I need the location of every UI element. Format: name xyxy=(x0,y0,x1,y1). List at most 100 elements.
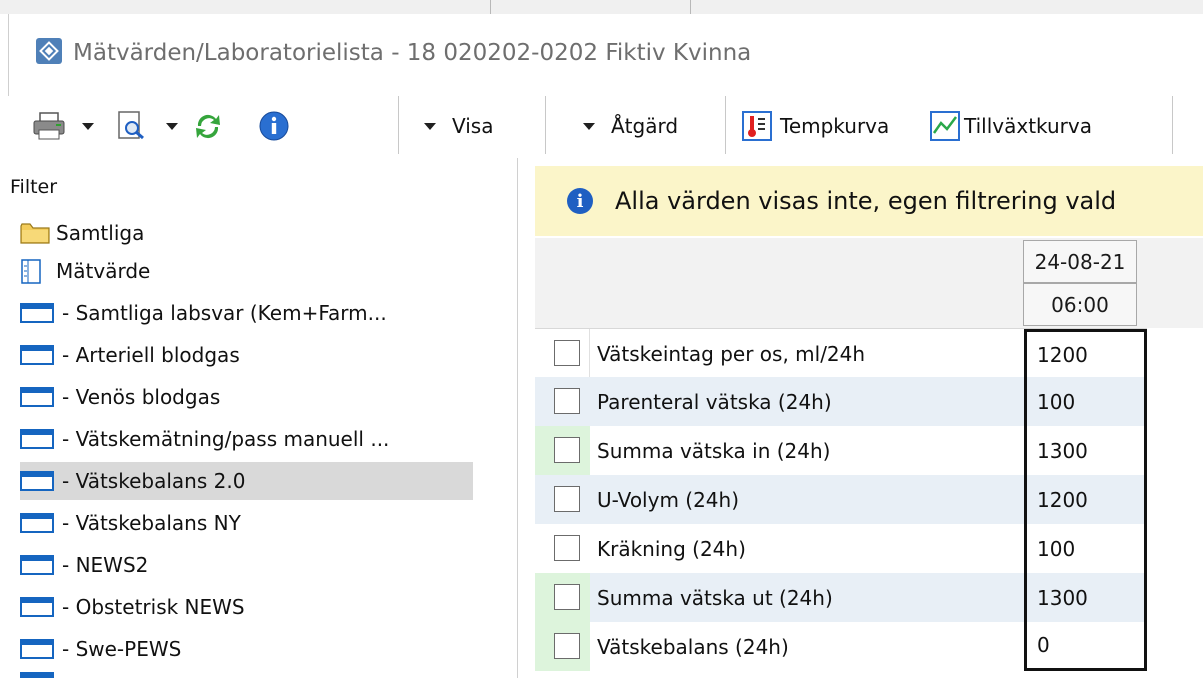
table-row[interactable]: Vätskeintag per os, ml/24h 1200 xyxy=(535,328,1147,378)
row-value[interactable]: 1300 xyxy=(1024,426,1147,475)
tree-item-label: - Vätskebalans NY xyxy=(62,511,241,535)
row-checkbox[interactable] xyxy=(554,340,580,366)
print-preview-icon xyxy=(118,111,144,140)
filter-item-samtliga[interactable]: Samtliga xyxy=(20,214,473,252)
app-icon xyxy=(36,38,62,64)
row-checkbox[interactable] xyxy=(554,535,580,561)
tree-item-label: - NEWS2 xyxy=(62,553,149,577)
row-value[interactable]: 100 xyxy=(1024,524,1147,573)
refresh-button[interactable] xyxy=(192,104,224,148)
print-preview-button[interactable] xyxy=(115,104,151,148)
table-row[interactable]: Vätskebalans (24h) 0 xyxy=(535,622,1147,671)
filter-item-venos-blodgas[interactable]: - Venös blodgas xyxy=(20,378,473,416)
row-checkbox-cell xyxy=(535,573,590,622)
tree-item-label: - Obstetrisk NEWS xyxy=(62,595,245,619)
filter-item-obstetrisk-news[interactable]: - Obstetrisk NEWS xyxy=(20,588,473,626)
filter-item-vatskebalans-ny[interactable]: - Vätskebalans NY xyxy=(20,504,473,542)
row-checkbox-cell xyxy=(535,524,590,573)
table-row[interactable]: Summa vätska in (24h) 1300 xyxy=(535,426,1147,475)
strip-separator xyxy=(490,0,491,14)
row-checkbox-cell xyxy=(535,622,590,671)
filter-item-samtliga-labsvar[interactable]: - Samtliga labsvar (Kem+Farm... xyxy=(20,294,473,332)
row-label: Vätskebalans (24h) xyxy=(597,634,789,659)
cell-divider xyxy=(589,329,590,378)
filter-item-vatskebalans-2[interactable]: - Vätskebalans 2.0 xyxy=(20,462,473,500)
column-time-header[interactable]: 06:00 xyxy=(1023,283,1137,326)
tree-item-label: - Vätskebalans 2.0 xyxy=(62,469,246,493)
filter-item-arteriell-blodgas[interactable]: - Arteriell blodgas xyxy=(20,336,473,374)
row-value[interactable]: 1300 xyxy=(1024,573,1147,622)
table-row[interactable]: Summa vätska ut (24h) 1300 xyxy=(535,573,1147,622)
window-icon xyxy=(20,301,56,325)
print-button[interactable] xyxy=(32,104,66,148)
filter-item-matvarde[interactable]: Mätvärde xyxy=(20,252,473,290)
row-value[interactable]: 100 xyxy=(1024,377,1147,426)
window-icon xyxy=(20,553,56,577)
column-date-header[interactable]: 24-08-21 xyxy=(1023,240,1137,283)
row-checkbox[interactable] xyxy=(554,486,580,512)
refresh-icon xyxy=(196,114,220,139)
filter-header: Filter xyxy=(10,176,58,198)
chevron-down-icon xyxy=(166,122,178,130)
filter-item-news2[interactable]: - NEWS2 xyxy=(20,546,473,584)
chevron-down-icon xyxy=(583,122,595,130)
chevron-down-icon xyxy=(82,122,94,130)
tempkurva-label: Tempkurva xyxy=(780,114,890,138)
row-label: Kräkning (24h) xyxy=(597,536,746,561)
row-checkbox[interactable] xyxy=(554,584,580,610)
window-icon xyxy=(20,343,56,367)
printer-icon xyxy=(33,112,65,140)
row-checkbox-cell xyxy=(535,426,590,475)
toolbar: Visa Åtgärd Tempkurva Tillväxtkurva xyxy=(0,96,1195,158)
tree-item-label: - Venös blodgas xyxy=(62,385,221,409)
info-message: Alla värden visas inte, egen filtrering … xyxy=(615,187,1117,215)
tree-item-label: Samtliga xyxy=(56,221,145,245)
table-row[interactable]: U-Volym (24h) 1200 xyxy=(535,475,1147,524)
tillvaxtkurva-label: Tillväxtkurva xyxy=(964,114,1092,138)
row-label: Vätskeintag per os, ml/24h xyxy=(597,341,866,366)
tempkurva-button[interactable]: Tempkurva xyxy=(742,104,889,148)
visa-label: Visa xyxy=(452,114,494,138)
toolbar-separator xyxy=(545,96,546,154)
row-value[interactable]: 1200 xyxy=(1024,475,1147,524)
growth-chart-icon xyxy=(930,111,960,141)
table-row[interactable]: Parenteral vätska (24h) 100 xyxy=(535,377,1147,426)
print-dropdown[interactable] xyxy=(82,104,94,148)
row-value[interactable]: 0 xyxy=(1024,622,1147,671)
info-icon: i xyxy=(567,188,593,214)
row-label: Summa vätska ut (24h) xyxy=(597,585,833,610)
table-row[interactable]: Kräkning (24h) 100 xyxy=(535,524,1147,573)
row-checkbox-cell xyxy=(535,329,590,378)
toolbar-separator xyxy=(398,96,399,154)
chevron-down-icon xyxy=(424,122,436,130)
row-checkbox-cell xyxy=(535,475,590,524)
atgard-menu[interactable]: Åtgärd xyxy=(583,104,678,148)
toolbar-separator xyxy=(1172,96,1173,154)
list-icon xyxy=(20,259,50,284)
info-icon xyxy=(259,111,289,141)
tree-item-label: - Samtliga labsvar (Kem+Farm... xyxy=(62,301,387,325)
filter-item-vatskematning[interactable]: - Vätskemätning/pass manuell ... xyxy=(20,420,473,458)
filter-item-swe-pews[interactable]: - Swe-PEWS xyxy=(20,630,473,668)
window-icon xyxy=(20,511,56,535)
visa-menu[interactable]: Visa xyxy=(424,104,493,148)
row-checkbox[interactable] xyxy=(554,437,580,463)
info-button[interactable] xyxy=(258,104,290,148)
row-label: U-Volym (24h) xyxy=(597,487,740,512)
window-icon xyxy=(20,469,56,493)
parent-window-strip xyxy=(0,0,1203,14)
tillvaxtkurva-button[interactable]: Tillväxtkurva xyxy=(930,104,1092,148)
folder-icon xyxy=(20,221,50,245)
next-window-icon-partial xyxy=(20,672,54,678)
window-icon xyxy=(20,427,56,451)
title-bar: Mätvärden/Laboratorielista - 18 020202-0… xyxy=(9,14,1203,94)
strip-separator xyxy=(690,0,691,14)
tree-item-label: Mätvärde xyxy=(56,259,151,283)
row-checkbox[interactable] xyxy=(554,633,580,659)
tree-item-label: - Vätskemätning/pass manuell ... xyxy=(62,427,390,451)
row-label: Parenteral vätska (24h) xyxy=(597,389,832,414)
preview-dropdown[interactable] xyxy=(166,104,178,148)
atgard-label: Åtgärd xyxy=(611,114,679,138)
row-checkbox[interactable] xyxy=(554,388,580,414)
row-value[interactable]: 1200 xyxy=(1024,329,1147,378)
